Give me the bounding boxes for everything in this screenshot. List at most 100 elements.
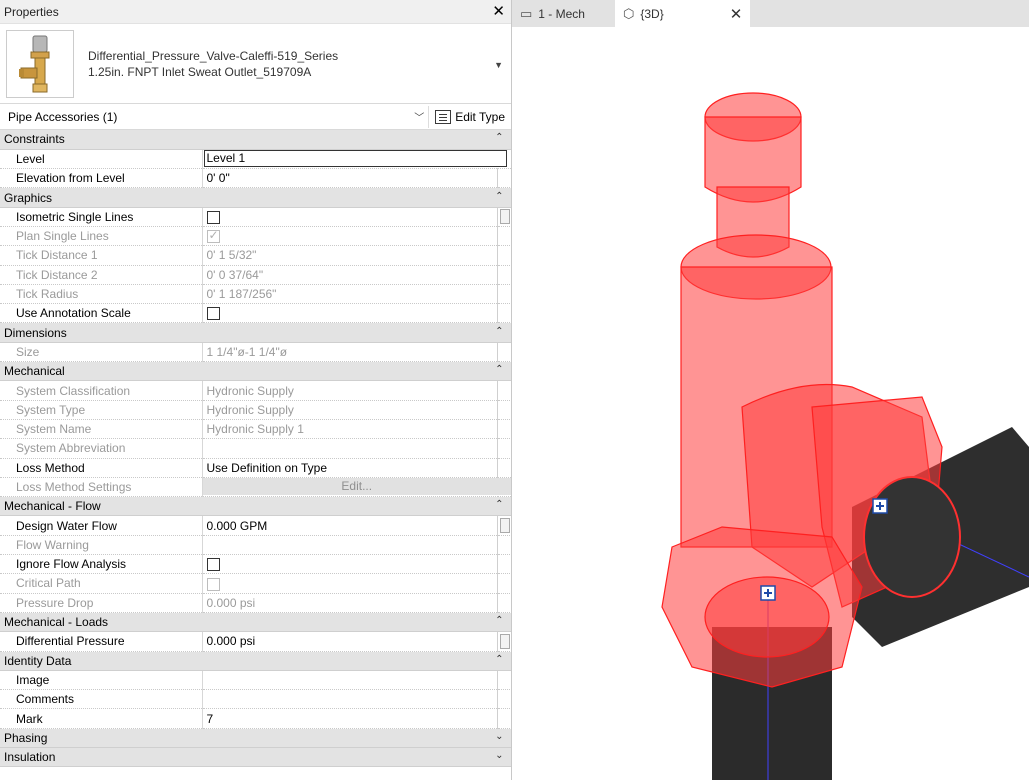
collapse-icon[interactable]: ⌃ (495, 326, 503, 337)
scroll-thumb[interactable] (499, 518, 510, 534)
group-constraints[interactable]: Constraints ⌃ (0, 130, 511, 150)
floor-plan-icon: ▭ (520, 5, 533, 21)
property-row: Tick Radius 0' 1 187/256" (0, 284, 511, 305)
collapse-icon[interactable]: ⌃ (495, 615, 503, 626)
property-row: Loss Method Settings Edit... (0, 477, 511, 498)
property-name: Use Annotation Scale (0, 303, 203, 324)
collapse-icon[interactable]: ⌃ (495, 654, 503, 665)
group-mechanical[interactable]: Mechanical ⌃ (0, 361, 511, 382)
property-name: Flow Warning (0, 535, 203, 556)
scroll-thumb[interactable] (499, 633, 510, 649)
checkbox-disabled (206, 228, 220, 244)
type-selector[interactable]: Differential_Pressure_Valve-Caleffi-519_… (0, 24, 511, 104)
group-identity-data[interactable]: Identity Data ⌃ (0, 651, 511, 671)
property-value[interactable]: 0.000 GPM (202, 515, 498, 536)
collapse-icon[interactable]: ⌃ (495, 499, 503, 510)
property-row: Tick Distance 2 0' 0 37/64" (0, 265, 511, 285)
property-value[interactable] (202, 689, 498, 710)
property-value: 0' 0 37/64" (202, 265, 498, 285)
property-row: Size 1 1/4"ø-1 1/4"ø (0, 342, 511, 363)
3d-view-canvas[interactable] (512, 27, 1029, 780)
group-mechanical-loads[interactable]: Mechanical - Loads ⌃ (0, 612, 511, 633)
property-row: System Classification Hydronic Supply (0, 380, 511, 401)
property-row: Use Annotation Scale (0, 303, 511, 324)
collapse-icon[interactable]: ⌃ (495, 132, 503, 143)
tab-1-mech[interactable]: ▭ 1 - Mech (512, 0, 593, 27)
expand-icon[interactable]: ⌄ (495, 731, 503, 742)
property-row: Differential Pressure 0.000 psi (0, 631, 511, 652)
property-name: Image (0, 670, 203, 691)
property-value[interactable] (202, 554, 498, 575)
property-name: Loss Method Settings (0, 477, 203, 498)
property-row: Mark 7 (0, 708, 511, 729)
tab-label: {3D} (640, 6, 664, 21)
property-name: Isometric Single Lines (0, 207, 203, 227)
close-icon[interactable]: ✕ (492, 4, 505, 19)
group-dimensions[interactable]: Dimensions ⌃ (0, 322, 511, 343)
property-value-level[interactable]: Level 1 (202, 149, 511, 170)
expand-icon[interactable]: ⌄ (495, 750, 503, 761)
property-value[interactable] (202, 670, 498, 691)
properties-grid: Constraints ⌃ Level Level 1 Elevation fro… (0, 130, 511, 768)
property-row: Isometric Single Lines (0, 207, 511, 227)
tab-3d[interactable]: ⬡ {3D} ✕ (614, 0, 751, 27)
checkbox[interactable] (206, 211, 220, 224)
edit-type-button[interactable]: Edit Type (428, 105, 511, 128)
valve-3d-model (661, 92, 1029, 780)
3d-view-icon: ⬡ (622, 5, 635, 21)
property-value[interactable]: 0.000 psi (202, 631, 498, 652)
type-name-line2: 1.25in. FNPT Inlet Sweat Outlet_519709A (88, 64, 312, 79)
group-title: Mechanical - Flow (4, 499, 101, 514)
property-value[interactable] (202, 303, 498, 324)
property-name: Ignore Flow Analysis (0, 554, 203, 575)
group-title: Dimensions (4, 325, 67, 340)
filter-row: Pipe Accessories (1) ﹀ Edit Type (0, 104, 511, 130)
group-title: Mechanical - Loads (4, 615, 109, 630)
property-row: System Type Hydronic Supply (0, 400, 511, 420)
scrollbar[interactable] (497, 631, 511, 652)
property-value: Hydronic Supply (202, 400, 498, 420)
valve-thumbnail (6, 29, 74, 98)
property-value[interactable]: Use Definition on Type (202, 458, 498, 478)
property-value[interactable]: 7 (202, 708, 498, 729)
property-name: Loss Method (0, 458, 203, 478)
group-title: Graphics (4, 190, 53, 205)
instance-filter-dropdown[interactable]: Pipe Accessories (1) ﹀ (4, 106, 428, 128)
property-value: 1 1/4"ø-1 1/4"ø (202, 342, 498, 363)
scrollbar[interactable] (497, 207, 511, 227)
property-name: Level (0, 149, 203, 170)
property-name: Mark (0, 708, 203, 729)
level-input[interactable]: Level 1 (203, 150, 507, 168)
collapse-icon[interactable]: ⌃ (495, 364, 503, 375)
property-value (202, 535, 498, 556)
property-row: Plan Single Lines (0, 226, 511, 247)
scroll-thumb[interactable] (499, 209, 510, 225)
property-row: Loss Method Use Definition on Type (0, 458, 511, 478)
property-name: Plan Single Lines (0, 226, 203, 247)
group-title: Insulation (4, 750, 56, 765)
type-name: Differential_Pressure_Valve-Caleffi-519_… (80, 48, 511, 80)
property-value: 0' 1 187/256" (202, 284, 498, 305)
property-name: Critical Path (0, 573, 203, 594)
tab-label: 1 - Mech (538, 6, 585, 21)
dropdown-arrow-icon[interactable]: ▼ (494, 60, 503, 70)
close-icon[interactable]: ✕ (730, 5, 743, 23)
view-tabs: ▭ 1 - Mech ⬡ {3D} ✕ (512, 0, 1029, 27)
property-row: Elevation from Level 0' 0" (0, 168, 511, 189)
checkbox[interactable] (206, 307, 220, 321)
collapse-icon[interactable]: ⌃ (495, 191, 503, 202)
group-mechanical-flow[interactable]: Mechanical - Flow ⌃ (0, 496, 511, 517)
group-title: Mechanical (4, 364, 65, 379)
group-title: Identity Data (4, 653, 72, 668)
type-name-line1: Differential_Pressure_Valve-Caleffi-519_… (88, 48, 339, 63)
property-value[interactable] (202, 207, 498, 227)
group-insulation[interactable]: Insulation ⌄ (0, 747, 511, 768)
checkbox[interactable] (206, 558, 220, 572)
group-graphics[interactable]: Graphics ⌃ (0, 187, 511, 208)
property-value[interactable]: 0' 0" (202, 168, 498, 189)
group-phasing[interactable]: Phasing ⌄ (0, 728, 511, 749)
property-row: Comments (0, 689, 511, 710)
property-row: Tick Distance 1 0' 1 5/32" (0, 245, 511, 266)
property-name: Tick Distance 2 (0, 265, 203, 285)
scrollbar[interactable] (497, 515, 511, 536)
